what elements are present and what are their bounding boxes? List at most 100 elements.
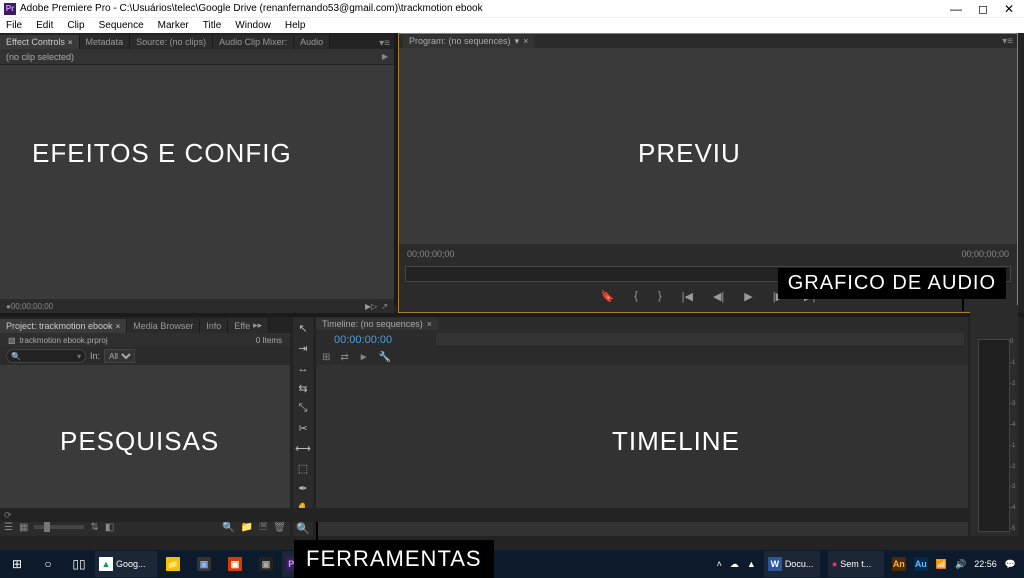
marker-icon[interactable]: 🔖 xyxy=(601,290,615,303)
step-forward-icon[interactable]: |▶ xyxy=(773,290,784,303)
taskbar-app-google[interactable]: ▲Goog... xyxy=(95,551,157,577)
tab-info[interactable]: Info xyxy=(200,319,228,333)
pen-tool-icon[interactable]: ✒ xyxy=(295,480,311,496)
tray-onedrive-icon[interactable]: ☁ xyxy=(730,559,739,570)
razor-tool-icon[interactable]: ✂ xyxy=(295,421,311,437)
menu-edit[interactable]: Edit xyxy=(36,20,53,31)
status-icon[interactable]: ⟳ xyxy=(4,510,12,521)
taskbar-app-misc1[interactable]: ▣ xyxy=(189,551,219,577)
play-icon[interactable]: ▶ xyxy=(744,290,752,303)
go-to-in-icon[interactable]: |◀ xyxy=(682,290,693,303)
maximize-button[interactable]: ◻ xyxy=(978,2,988,16)
program-timeline-strip[interactable] xyxy=(405,266,1011,282)
loop-icon[interactable]: ▶▷ xyxy=(365,302,377,311)
program-monitor-viewport[interactable] xyxy=(399,48,1017,244)
tray-volume-icon[interactable]: 🔊 xyxy=(955,559,966,570)
menu-clip[interactable]: Clip xyxy=(67,20,84,31)
tab-metadata[interactable]: Metadata xyxy=(80,35,131,49)
list-view-icon[interactable]: ☰ xyxy=(4,522,13,533)
icon-view-icon[interactable]: ▦ xyxy=(19,522,28,533)
program-timecode-row: 00;00;00;00 00;00;00;00 xyxy=(399,244,1017,264)
project-bin-body[interactable] xyxy=(0,365,290,518)
tray-drive-icon[interactable]: ▲ xyxy=(747,559,756,569)
slip-tool-icon[interactable]: ⟷ xyxy=(295,440,311,456)
tab-effect-controls[interactable]: Effect Controls× xyxy=(0,35,80,49)
menu-help[interactable]: Help xyxy=(285,20,306,31)
tray-app-an[interactable]: An xyxy=(892,557,906,571)
menu-sequence[interactable]: Sequence xyxy=(99,20,144,31)
timecode-left[interactable]: 00;00;00;00 xyxy=(407,249,455,259)
sort-icon[interactable]: ⇅ xyxy=(90,522,98,533)
track-select-tool-icon[interactable]: ⇥ xyxy=(295,341,311,357)
settings-icon[interactable]: 🔧 xyxy=(379,352,391,363)
expand-icon[interactable]: ▶ xyxy=(382,52,388,61)
rate-stretch-tool-icon[interactable]: ⤡ xyxy=(295,401,311,417)
tab-label: Project: trackmotion ebook xyxy=(6,321,113,331)
tray-up-icon[interactable]: ˄ xyxy=(717,559,722,569)
menu-window[interactable]: Window xyxy=(235,20,271,31)
tray-app-au[interactable]: Au xyxy=(914,557,928,571)
panel-menu-icon[interactable]: ▾≡ xyxy=(375,38,394,49)
menu-marker[interactable]: Marker xyxy=(158,20,189,31)
go-to-out-icon[interactable]: ▶| xyxy=(804,290,815,303)
timeline-ruler[interactable] xyxy=(436,333,964,347)
transport-controls: 🔖 { } |◀ ◀| ▶ |▶ ▶| xyxy=(399,286,1017,306)
timecode-label: 00;00;00;00 xyxy=(11,302,53,311)
tab-audio[interactable]: Audio xyxy=(294,35,330,49)
tab-source[interactable]: Source: (no clips) xyxy=(130,35,213,49)
windows-taskbar: ⊞ ○ ▯▯ ▲Goog... 📁 ▣ ▣ ▣ PrAdob... ˄ ☁ ▲ … xyxy=(0,550,1024,578)
tray-clock[interactable]: 22:56 xyxy=(974,560,997,569)
selection-tool-icon[interactable]: ↖ xyxy=(295,321,311,337)
clip-selection-label: (no clip selected) xyxy=(6,52,74,62)
linked-selection-icon[interactable]: ⇄ xyxy=(340,352,348,363)
close-tab-icon[interactable]: × xyxy=(523,36,528,47)
menu-file[interactable]: File xyxy=(6,20,22,31)
tray-wifi-icon[interactable]: 📶 xyxy=(936,559,947,570)
close-button[interactable]: ✕ xyxy=(1004,2,1014,16)
step-back-icon[interactable]: ◀| xyxy=(713,290,724,303)
delete-icon[interactable]: 🗑 xyxy=(273,522,286,533)
search-input[interactable]: 🔍▾ xyxy=(6,349,86,363)
tray-word[interactable]: WDocu... xyxy=(764,551,820,577)
timecode-right[interactable]: 00;00;00;00 xyxy=(961,249,1009,259)
project-panel-tabs: Project: trackmotion ebook× Media Browse… xyxy=(0,317,290,333)
tab-timeline[interactable]: Timeline: (no sequences)× xyxy=(316,318,438,330)
tab-effects[interactable]: Effe▸▸ xyxy=(228,318,269,333)
close-tab-icon[interactable]: × xyxy=(68,38,73,47)
callout-line xyxy=(962,297,964,311)
tab-media-browser[interactable]: Media Browser xyxy=(127,319,200,333)
rolling-edit-tool-icon[interactable]: ⇆ xyxy=(295,381,311,397)
export-icon[interactable]: ↗ xyxy=(381,302,388,311)
tray-notif[interactable]: ●Sem t... xyxy=(828,551,884,577)
zoom-tool-icon[interactable]: 🔍 xyxy=(295,520,311,536)
minimize-button[interactable]: — xyxy=(950,2,962,16)
effect-controls-subheader: (no clip selected) ▶ xyxy=(0,49,394,65)
tab-project[interactable]: Project: trackmotion ebook× xyxy=(0,319,127,333)
tab-program[interactable]: Program: (no sequences)▾× xyxy=(403,35,534,48)
close-tab-icon[interactable]: × xyxy=(116,322,121,331)
tab-audio-mixer[interactable]: Audio Clip Mixer: xyxy=(213,35,294,49)
slide-tool-icon[interactable]: ⬚ xyxy=(295,460,311,476)
snap-icon[interactable]: ⊞ xyxy=(322,352,330,363)
panel-menu-icon[interactable]: ▾≡ xyxy=(998,36,1017,47)
auto-icon[interactable]: ◧ xyxy=(105,522,114,533)
marker-add-icon[interactable]: ► xyxy=(359,352,369,363)
dropdown-icon[interactable]: ▾ xyxy=(515,36,520,47)
menu-title[interactable]: Title xyxy=(203,20,222,31)
in-filter-select[interactable]: All xyxy=(104,349,135,363)
out-point-icon[interactable]: } xyxy=(658,290,662,302)
ripple-edit-tool-icon[interactable]: ↔ xyxy=(295,361,311,377)
new-bin-icon[interactable]: 📁 xyxy=(241,522,253,533)
taskbar-app-misc3[interactable]: ▣ xyxy=(251,551,281,577)
taskbar-app-misc2[interactable]: ▣ xyxy=(220,551,250,577)
taskbar-app-premiere[interactable]: PrAdob... xyxy=(282,551,344,577)
tray-notifications-icon[interactable]: 💬 xyxy=(1005,559,1016,570)
find-icon[interactable]: 🔍 xyxy=(222,522,234,533)
task-view-button[interactable]: ▯▯ xyxy=(64,551,94,577)
close-tab-icon[interactable]: × xyxy=(427,319,432,329)
thumbnail-size-slider[interactable] xyxy=(34,525,84,529)
start-button[interactable]: ⊞ xyxy=(2,551,32,577)
in-point-icon[interactable]: { xyxy=(634,290,638,302)
taskbar-app-explorer[interactable]: 📁 xyxy=(158,551,188,577)
cortana-button[interactable]: ○ xyxy=(33,551,63,577)
